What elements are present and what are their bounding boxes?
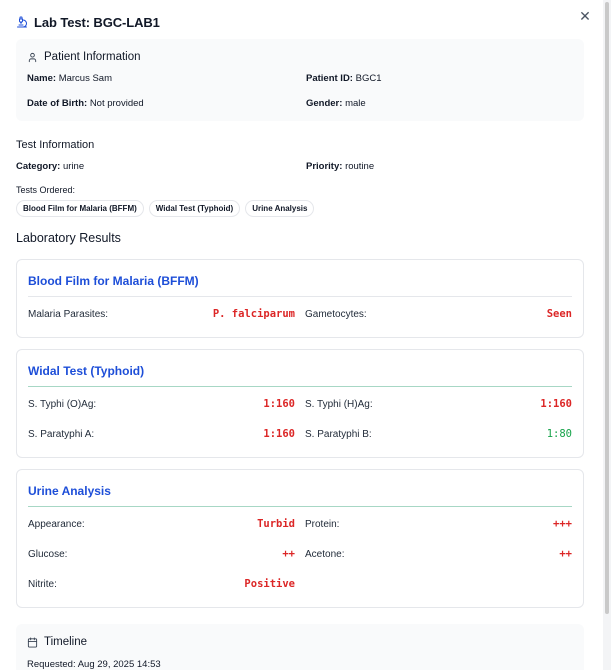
- scrollbar-thumb[interactable]: [605, 2, 609, 614]
- nitrite-label: Nitrite:: [28, 579, 57, 590]
- patient-info-panel: Patient Information Name: Marcus Sam Pat…: [16, 39, 584, 121]
- widal-title: Widal Test (Typhoid): [28, 364, 145, 378]
- paratyphi-b-label: S. Paratyphi B:: [305, 429, 372, 440]
- patient-dob: Date of Birth: Not provided: [27, 98, 144, 109]
- typhi-h-value: 1:160: [540, 398, 572, 410]
- protein-value: +++: [553, 518, 572, 530]
- section-title: Patient Information: [44, 51, 141, 63]
- calendar-icon: [27, 636, 38, 648]
- requested-at: Requested: Aug 29, 2025 14:53: [27, 659, 161, 670]
- divider: [28, 386, 572, 387]
- test-priority: Priority: routine: [306, 161, 375, 172]
- microscope-icon: [16, 16, 28, 28]
- urine-card: Urine Analysis Appearance: Turbid Protei…: [16, 469, 584, 608]
- timeline-panel: Timeline Requested: Aug 29, 2025 14:53: [16, 624, 584, 670]
- paratyphi-a-label: S. Paratyphi A:: [28, 429, 95, 440]
- typhi-o-label: S. Typhi (O)Ag:: [28, 399, 97, 410]
- protein-label: Protein:: [305, 519, 340, 530]
- urine-title: Urine Analysis: [28, 484, 111, 498]
- patient-info-header: Patient Information: [27, 51, 141, 63]
- acetone-label: Acetone:: [305, 549, 345, 560]
- bffm-title: Blood Film for Malaria (BFFM): [28, 274, 199, 288]
- tests-ordered-list: Blood Film for Malaria (BFFM) Widal Test…: [16, 200, 315, 217]
- typhi-h-label: S. Typhi (H)Ag:: [305, 399, 373, 410]
- nitrite-value: Positive: [244, 578, 295, 590]
- timeline-header: Timeline: [27, 636, 87, 648]
- modal-header: Lab Test: BGC-LAB1: [16, 12, 160, 32]
- modal-title: Lab Test: BGC-LAB1: [34, 14, 160, 30]
- test-chip: Urine Analysis: [245, 200, 315, 217]
- paratyphi-b-value: 1:80: [546, 428, 572, 440]
- test-category: Category: urine: [16, 161, 85, 172]
- appearance-value: Turbid: [257, 518, 295, 530]
- patient-gender: Gender: male: [306, 98, 366, 109]
- lab-test-modal: Lab Test: BGC-LAB1 ✕ Patient Information…: [0, 0, 603, 670]
- tests-ordered-label: Tests Ordered:: [16, 185, 76, 195]
- bffm-card: Blood Film for Malaria (BFFM) Malaria Pa…: [16, 259, 584, 338]
- typhi-o-value: 1:160: [263, 398, 295, 410]
- patient-name: Name: Marcus Sam: [27, 73, 113, 84]
- test-chip: Blood Film for Malaria (BFFM): [16, 200, 144, 217]
- appearance-label: Appearance:: [28, 519, 85, 530]
- scrollbar[interactable]: [603, 0, 611, 670]
- glucose-value: ++: [282, 548, 295, 560]
- section-title: Timeline: [44, 636, 88, 648]
- gametocytes-value: Seen: [546, 308, 572, 320]
- close-icon[interactable]: ✕: [577, 8, 593, 24]
- test-chip: Widal Test (Typhoid): [148, 200, 241, 217]
- widal-card: Widal Test (Typhoid) S. Typhi (O)Ag: 1:1…: [16, 349, 584, 458]
- paratyphi-a-value: 1:160: [263, 428, 295, 440]
- gametocytes-label: Gametocytes:: [305, 309, 367, 320]
- glucose-label: Glucose:: [28, 549, 68, 560]
- test-info-title: Test Information: [16, 139, 95, 151]
- acetone-value: ++: [559, 548, 572, 560]
- results-title: Laboratory Results: [16, 231, 121, 245]
- divider: [28, 296, 572, 297]
- patient-id: Patient ID: BGC1: [306, 73, 382, 84]
- divider: [28, 506, 572, 507]
- malaria-value: P. falciparum: [212, 308, 295, 320]
- user-icon: [27, 52, 38, 63]
- malaria-label: Malaria Parasites:: [28, 309, 109, 320]
